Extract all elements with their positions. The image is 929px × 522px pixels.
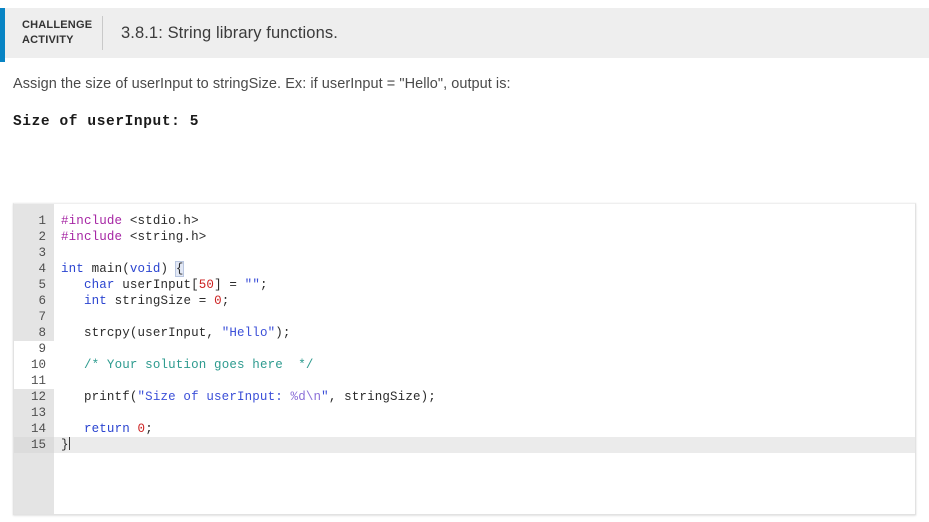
text-cursor	[68, 437, 70, 450]
code-token: 0	[214, 294, 222, 308]
code-line[interactable]: 14 return 0;	[14, 421, 915, 437]
line-number: 2	[38, 230, 46, 244]
code-line-text[interactable]: return 0;	[61, 421, 153, 437]
line-number: 11	[30, 374, 46, 388]
code-line[interactable]: 6 int stringSize = 0;	[14, 293, 915, 309]
code-token: }	[61, 438, 69, 452]
line-number: 12	[30, 390, 46, 404]
code-token: stringSize =	[106, 294, 215, 308]
line-number: 15	[30, 438, 46, 452]
challenge-activity-header: CHALLENGE ACTIVITY 3.8.1: String library…	[0, 8, 929, 62]
line-number: 9	[38, 342, 46, 356]
code-token: <stdio.h>	[129, 214, 199, 228]
code-token: <string.h>	[129, 230, 207, 244]
code-line-text[interactable]: }	[61, 437, 70, 453]
line-number: 7	[38, 310, 46, 324]
code-token: ;	[221, 294, 230, 308]
code-lines-container[interactable]: 1 #include <stdio.h> 2 #include <string.h> 3…	[14, 213, 915, 453]
active-line-highlight	[14, 437, 915, 453]
code-token: ] =	[214, 278, 245, 292]
code-line-text[interactable]: #include <stdio.h>	[61, 213, 199, 229]
line-number: 3	[38, 246, 46, 260]
code-line-text[interactable]: #include <string.h>	[61, 229, 206, 245]
code-line[interactable]: 9	[14, 341, 915, 357]
line-number: 10	[30, 358, 46, 372]
code-line[interactable]: 2 #include <string.h>	[14, 229, 915, 245]
bracket-match-highlight: {	[174, 261, 185, 277]
code-line[interactable]: 12 printf("Size of userInput: %d\n", str…	[14, 389, 915, 405]
challenge-activity-label: CHALLENGE ACTIVITY	[22, 19, 93, 46]
code-line-text[interactable]: printf("Size of userInput: %d\n", string…	[61, 389, 436, 405]
code-token: char	[83, 278, 115, 292]
line-number: 8	[38, 326, 46, 340]
activity-title: 3.8.1: String library functions.	[121, 23, 338, 42]
line-number: 6	[38, 294, 46, 308]
code-line[interactable]: 10 /* Your solution goes here */	[14, 357, 915, 373]
code-line-text[interactable]: int main(void) {	[61, 261, 185, 277]
code-line-text[interactable]: char userInput[50] = "";	[61, 277, 268, 293]
instruction-text: Assign the size of userInput to stringSi…	[13, 76, 511, 92]
code-token: ""	[244, 278, 260, 292]
code-token: "Size of userInput:	[137, 390, 291, 404]
sample-output-text: Size of userInput: 5	[13, 114, 200, 130]
code-line-text[interactable]: /* Your solution goes here */	[61, 357, 314, 373]
code-line[interactable]: 8 strcpy(userInput, "Hello");	[14, 325, 915, 341]
code-line[interactable]: 15}	[14, 437, 915, 453]
line-number: 1	[38, 214, 46, 228]
code-line[interactable]: 4 int main(void) {	[14, 261, 915, 277]
code-token: return	[83, 422, 130, 436]
code-token: /* Your solution goes here */	[83, 358, 314, 372]
code-editor-scroll-area[interactable]: 1 #include <stdio.h> 2 #include <string.h> 3…	[14, 204, 915, 514]
code-token: int	[83, 294, 107, 308]
code-token: );	[275, 326, 291, 340]
code-line[interactable]: 7	[14, 309, 915, 325]
code-token: void	[129, 262, 161, 276]
code-token: , stringSize);	[328, 390, 436, 404]
code-line-text[interactable]: strcpy(userInput, "Hello");	[61, 325, 291, 341]
code-token: "Hello"	[221, 326, 276, 340]
code-token: #include	[61, 230, 123, 244]
code-editor-panel[interactable]: 1 #include <stdio.h> 2 #include <string.h> 3…	[13, 203, 916, 515]
code-line-text[interactable]: int stringSize = 0;	[61, 293, 229, 309]
code-line[interactable]: 1 #include <stdio.h>	[14, 213, 915, 229]
line-number: 13	[30, 406, 46, 420]
code-token: ;	[259, 278, 268, 292]
code-line[interactable]: 3	[14, 245, 915, 261]
code-token: int	[61, 262, 84, 276]
code-token: printf(	[61, 390, 138, 404]
accent-bar	[0, 8, 5, 62]
line-number: 4	[38, 262, 46, 276]
code-token: strcpy(userInput,	[61, 326, 222, 340]
code-token: 50	[198, 278, 215, 292]
header-divider	[102, 16, 103, 50]
code-token: main(	[83, 262, 130, 276]
code-token: "	[321, 390, 329, 404]
code-token: )	[160, 262, 176, 276]
code-token: ;	[145, 422, 153, 436]
code-line[interactable]: 11	[14, 373, 915, 389]
code-line[interactable]: 13	[14, 405, 915, 421]
code-token: #include	[61, 214, 123, 228]
line-number: 5	[38, 278, 46, 292]
code-token: %d\n	[290, 390, 322, 404]
code-token: userInput[	[114, 278, 199, 292]
line-number: 14	[30, 422, 46, 436]
code-line[interactable]: 5 char userInput[50] = "";	[14, 277, 915, 293]
